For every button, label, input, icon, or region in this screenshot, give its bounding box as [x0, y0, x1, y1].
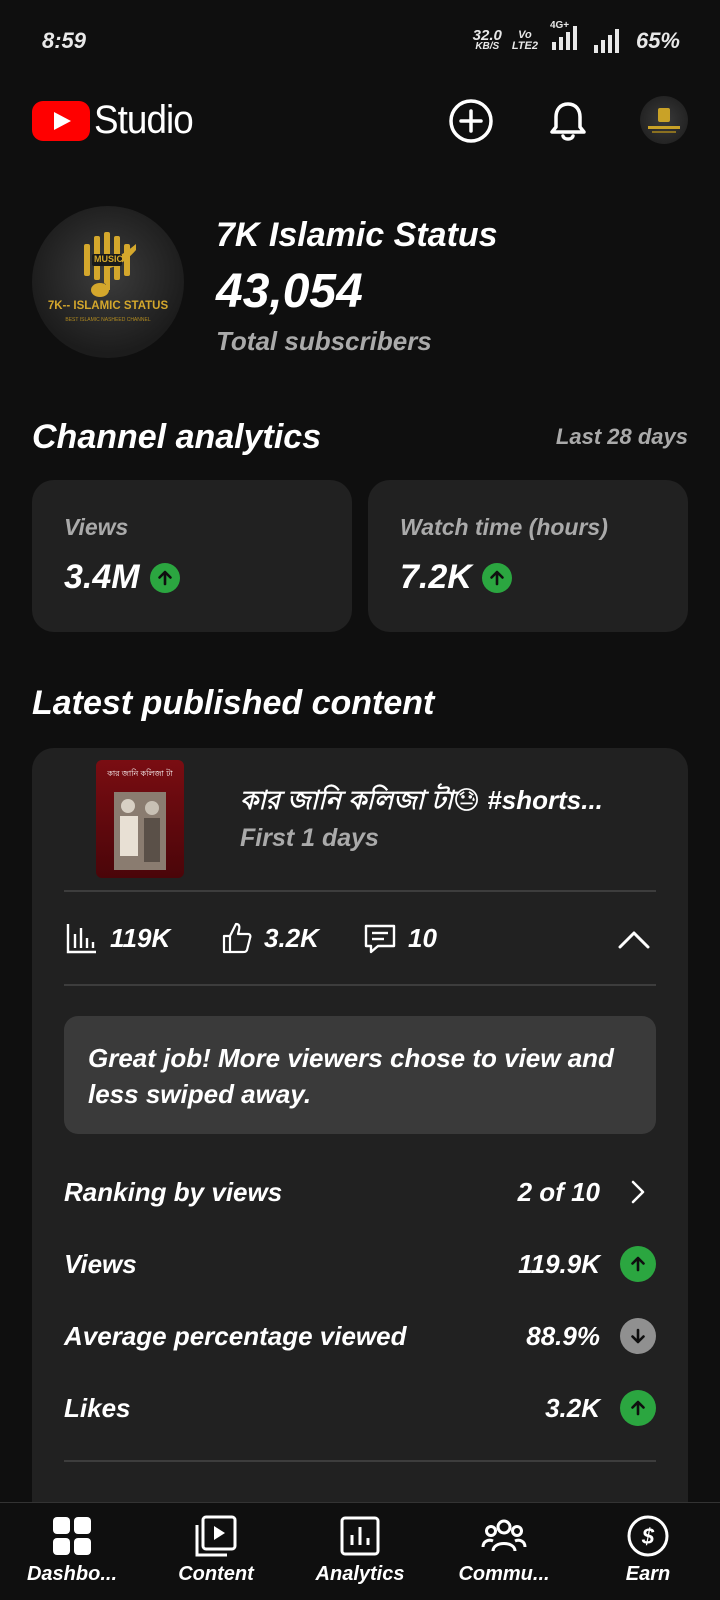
- thumbnail-text: কার জানি কলিজা টা: [107, 769, 173, 778]
- dashboard-icon: [53, 1517, 91, 1555]
- trend-up-icon: [620, 1390, 656, 1426]
- youtube-studio-logo[interactable]: Studio: [32, 98, 201, 143]
- avg-percentage-row: Average percentage viewed 88.9%: [64, 1314, 656, 1358]
- likes-count: 3.2K: [264, 922, 319, 953]
- views-row: Views 119.9K: [64, 1242, 656, 1286]
- comment-icon: [364, 924, 396, 954]
- logo-text: Studio: [94, 98, 194, 142]
- subscriber-count: 43,054: [216, 265, 363, 318]
- account-avatar[interactable]: [640, 96, 688, 144]
- volte-indicator: Vo LTE2: [511, 28, 538, 52]
- video-comments-stat: 10: [362, 920, 437, 956]
- analytics-icon: [340, 1516, 380, 1556]
- metric-label: Views: [64, 514, 129, 540]
- create-icon[interactable]: [446, 96, 496, 146]
- video-views-stat: 119K: [64, 920, 170, 956]
- community-icon: [481, 1519, 527, 1552]
- nav-content[interactable]: Content: [144, 1513, 288, 1586]
- net-speed: 32.0 KB/S: [472, 26, 502, 52]
- thumbs-up-icon: [222, 922, 252, 954]
- nav-label: Earn: [625, 1563, 671, 1585]
- volte-bottom: LTE2: [511, 39, 538, 52]
- latest-content-title: Latest published content: [32, 684, 435, 722]
- volte-top: Vo: [518, 28, 532, 41]
- nav-label: Content: [178, 1563, 254, 1585]
- app-bar: Studio: [0, 84, 720, 160]
- status-bar: 8:59 32.0 KB/S Vo LTE2 4G+ 65%: [0, 0, 720, 84]
- video-thumbnail[interactable]: কার জানি কলিজা টা: [96, 760, 184, 878]
- chevron-right-icon: [620, 1174, 656, 1210]
- avatar-subtext: BEST ISLAMIC NASHEED CHANNEL: [65, 317, 151, 323]
- divider: [64, 984, 656, 986]
- net-speed-unit: KB/S: [475, 40, 500, 52]
- row-value: 3.2K: [545, 1392, 600, 1423]
- divider: [64, 890, 656, 892]
- battery-level: 65%: [635, 27, 680, 53]
- trend-up-icon: [620, 1246, 656, 1282]
- nav-earn[interactable]: $ Earn: [576, 1513, 720, 1586]
- channel-name: 7K Islamic Status: [216, 216, 498, 254]
- network-type: 4G+: [549, 20, 570, 31]
- chevron-up-icon[interactable]: [614, 920, 654, 960]
- net-speed-value: 32.0: [472, 26, 502, 44]
- metric-value: 3.4M: [64, 558, 140, 596]
- row-label: Average percentage viewed: [64, 1320, 407, 1351]
- row-label: Likes: [64, 1392, 131, 1423]
- likes-row: Likes 3.2K: [64, 1386, 656, 1430]
- row-value: 88.9%: [526, 1320, 600, 1351]
- watch-time-metric-card[interactable]: Watch time (hours) 7.2K: [368, 480, 688, 632]
- signal-4g-icon: 4G+: [548, 20, 582, 55]
- metric-label: Watch time (hours): [400, 514, 608, 540]
- views-count: 119K: [110, 922, 171, 953]
- nav-label: Dashbo...: [26, 1563, 117, 1585]
- subscriber-label: Total subscribers: [216, 326, 432, 356]
- trend-up-icon: [481, 562, 512, 593]
- channel-analytics-title: Channel analytics: [32, 418, 322, 456]
- nav-label: Commu...: [458, 1563, 550, 1585]
- divider: [64, 1460, 656, 1462]
- video-age: First 1 days: [240, 824, 379, 852]
- notifications-icon[interactable]: [543, 96, 593, 146]
- nav-label: Analytics: [315, 1563, 405, 1585]
- trend-up-icon: [149, 562, 180, 593]
- channel-header: MUSIC 7K-- ISLAMIC STATUS BEST ISLAMIC N…: [32, 206, 688, 358]
- row-value: 119.9K: [518, 1248, 600, 1279]
- row-value: 2 of 10: [517, 1176, 600, 1207]
- status-time: 8:59: [42, 28, 87, 53]
- nav-community[interactable]: Commu...: [432, 1513, 576, 1586]
- trend-down-icon: [620, 1318, 656, 1354]
- performance-tip: Great job! More viewers chose to view an…: [64, 1016, 656, 1134]
- status-icons: 32.0 KB/S Vo LTE2 4G+ 65%: [472, 20, 680, 55]
- row-label: Views: [64, 1248, 137, 1279]
- views-metric-card[interactable]: Views 3.4M: [32, 480, 352, 632]
- nav-dashboard[interactable]: Dashbo...: [0, 1513, 144, 1586]
- analytics-period: Last 28 days: [555, 424, 688, 449]
- avatar-text: 7K-- ISLAMIC STATUS: [47, 300, 169, 312]
- row-label: Ranking by views: [64, 1176, 283, 1207]
- content-icon: [195, 1515, 237, 1557]
- comments-count: 10: [408, 922, 437, 953]
- ranking-row[interactable]: Ranking by views 2 of 10: [64, 1170, 656, 1214]
- svg-text:$: $: [641, 1524, 655, 1549]
- nav-analytics[interactable]: Analytics: [288, 1513, 432, 1586]
- bar-chart-icon: [66, 924, 96, 954]
- channel-avatar[interactable]: MUSIC 7K-- ISLAMIC STATUS BEST ISLAMIC N…: [32, 206, 184, 358]
- avatar-badge: MUSIC: [94, 254, 123, 264]
- metric-value: 7.2K: [400, 558, 472, 596]
- video-title[interactable]: কার জানি কলিজা টা😓 #shorts...: [240, 780, 603, 824]
- youtube-play-icon: [32, 100, 90, 141]
- latest-video-card: কার জানি কলিজা টা কার জানি কলিজা টা😓 #sh…: [32, 748, 688, 1548]
- video-likes-stat: 3.2K: [218, 920, 319, 956]
- earn-icon: $: [627, 1515, 669, 1557]
- signal-icon: [593, 28, 619, 53]
- bottom-navigation: Dashbo... Content Analytics Commu... $ E…: [0, 1502, 720, 1600]
